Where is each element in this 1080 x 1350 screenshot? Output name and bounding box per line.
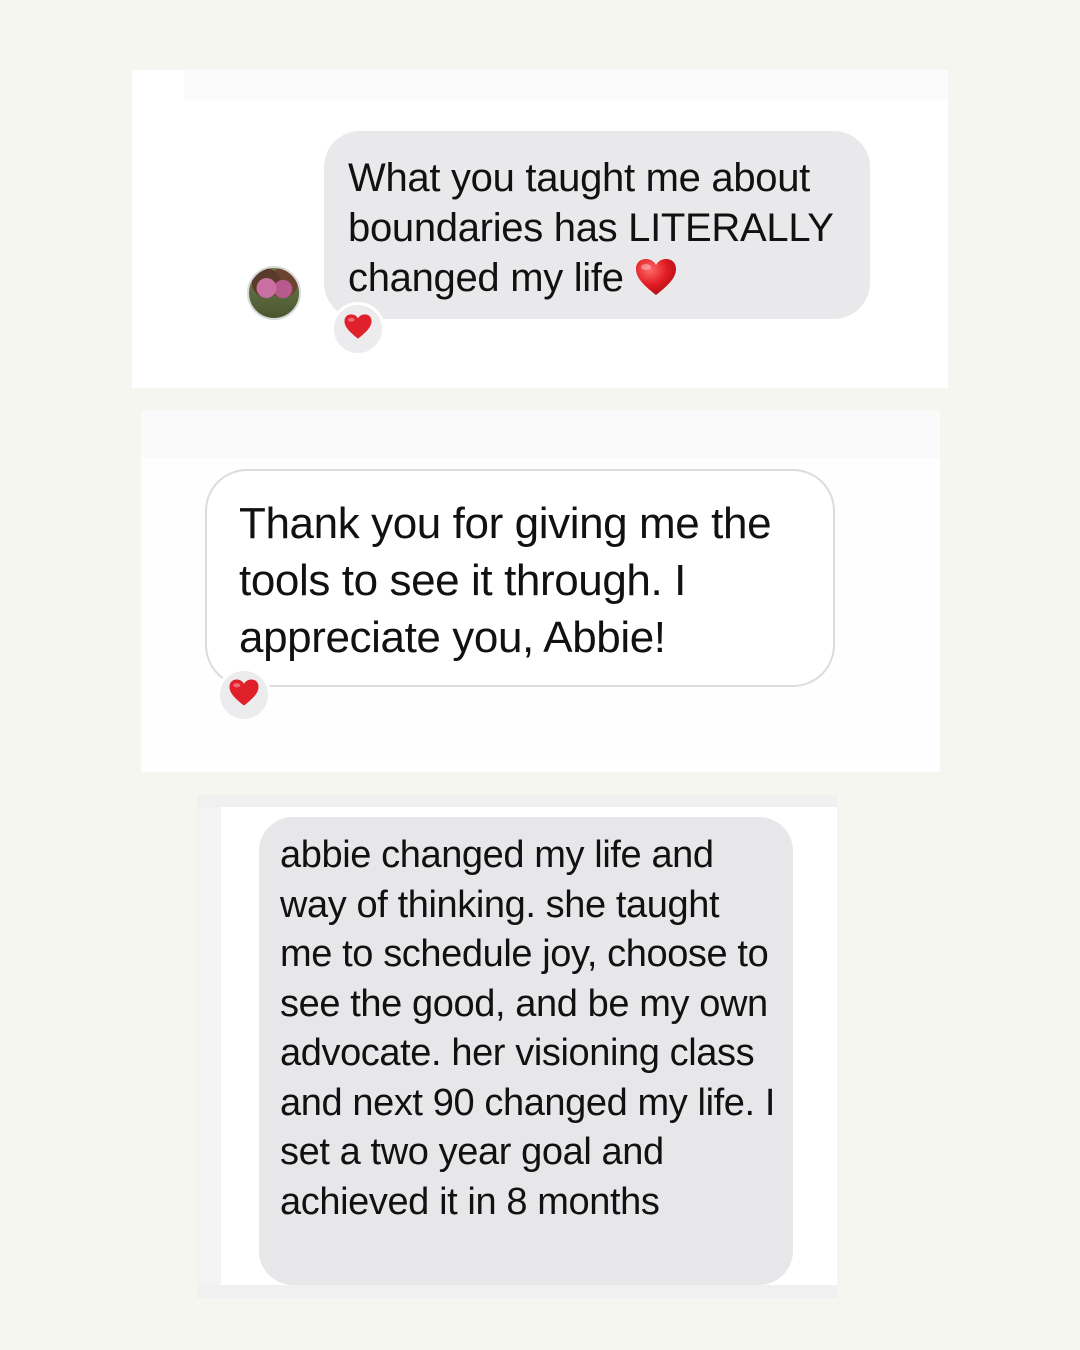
message-bubble-3[interactable]: abbie changed my life and way of thinkin… (259, 817, 793, 1285)
message-text-1-body: What you taught me about boundaries has … (348, 156, 833, 300)
card-shade (197, 795, 221, 1298)
card-shade (141, 410, 940, 458)
heart-icon (343, 313, 373, 345)
reaction-badge-2[interactable] (217, 668, 271, 722)
reaction-badge-1[interactable] (331, 302, 385, 356)
message-card-2: Thank you for giving me the tools to see… (141, 410, 940, 772)
message-text-1: What you taught me about boundaries has … (348, 153, 846, 309)
card-shade (197, 1285, 837, 1298)
message-card-3: abbie changed my life and way of thinkin… (197, 795, 837, 1298)
message-card-1: What you taught me about boundaries has … (132, 70, 948, 388)
card-shade (197, 795, 837, 807)
message-bubble-1[interactable]: What you taught me about boundaries has … (324, 131, 870, 319)
avatar[interactable] (247, 266, 301, 320)
heart-icon (634, 257, 678, 309)
message-text-3: abbie changed my life and way of thinkin… (280, 834, 775, 1223)
card-shade (184, 70, 948, 100)
message-bubble-2[interactable]: Thank you for giving me the tools to see… (205, 469, 835, 687)
heart-icon (228, 678, 260, 712)
message-text-2: Thank you for giving me the tools to see… (239, 499, 772, 662)
